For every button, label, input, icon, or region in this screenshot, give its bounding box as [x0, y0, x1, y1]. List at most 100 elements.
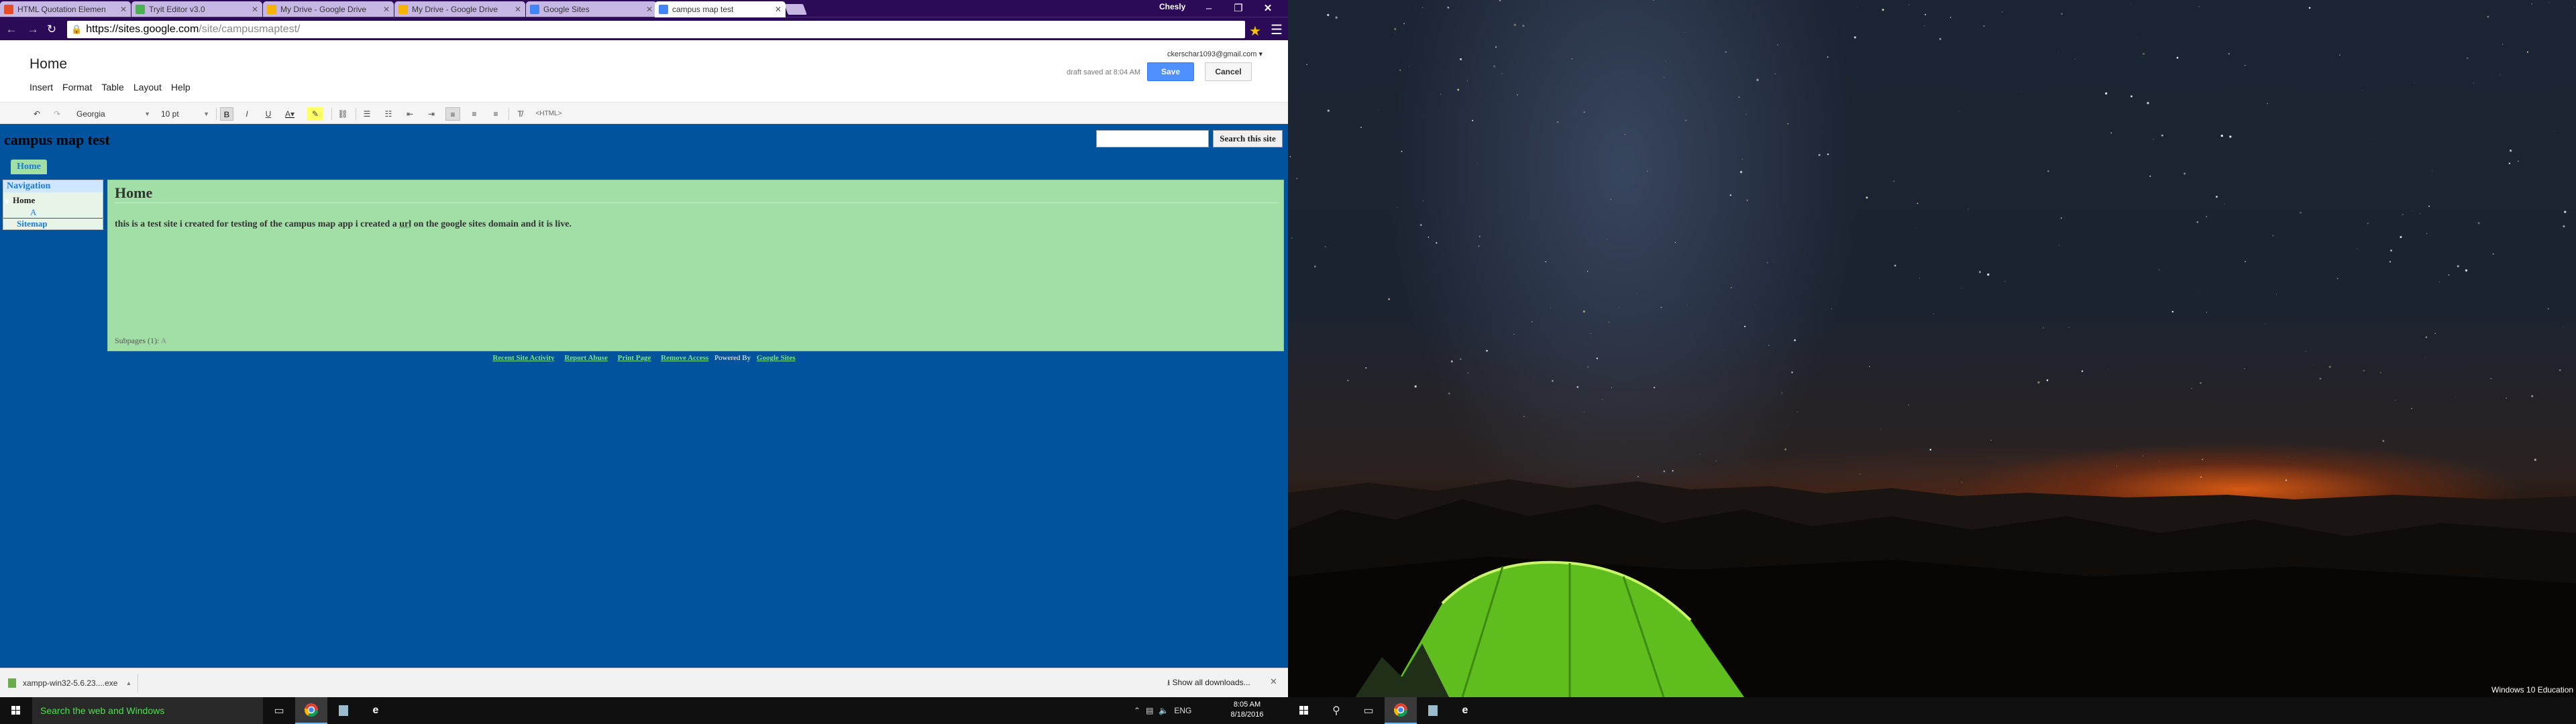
chrome-menu-icon[interactable]: ☰ — [1271, 21, 1283, 38]
undo-icon[interactable]: ↶ — [31, 107, 43, 121]
system-tray: ⌃ ▤ 🔈 ENG — [1134, 697, 1191, 724]
google-sites-link[interactable]: Google Sites — [757, 354, 796, 362]
report-abuse-link[interactable]: Report Abuse — [564, 354, 607, 362]
app-taskbar-icon[interactable] — [327, 697, 360, 724]
windows-start-icon[interactable] — [0, 697, 32, 724]
search-icon[interactable]: ⚲ — [1320, 697, 1352, 724]
show-hidden-icons-icon[interactable]: ⌃ — [1134, 706, 1140, 715]
content-body[interactable]: this is a test site i created for testin… — [115, 219, 572, 230]
tab-title: Tryit Editor v3.0 — [149, 4, 205, 14]
remove-access-link[interactable]: Remove Access — [661, 354, 708, 362]
menu-table[interactable]: Table — [101, 82, 123, 93]
bulleted-list-icon[interactable]: ☷ — [381, 107, 396, 121]
italic-icon[interactable]: I — [240, 107, 254, 121]
highlight-color-icon[interactable]: ✎ — [307, 107, 323, 121]
nav-item-sitemap[interactable]: Sitemap — [3, 218, 103, 229]
powered-by-label: Powered By — [714, 354, 751, 362]
installer-file-icon — [8, 678, 16, 688]
tab-home[interactable]: Home — [11, 160, 47, 174]
volume-icon[interactable]: 🔈 — [1159, 706, 1169, 715]
decrease-indent-icon[interactable]: ⇤ — [402, 107, 417, 121]
windows-edition-watermark: Windows 10 Education — [2491, 685, 2574, 695]
tab-campus-map-test[interactable]: campus map test ✕ — [655, 1, 786, 17]
reload-icon[interactable]: ↻ — [44, 22, 59, 37]
nav-expand-icon[interactable]: ▾ — [5, 196, 9, 207]
bold-icon[interactable]: B — [220, 107, 233, 121]
nav-item-home[interactable]: Home — [13, 195, 35, 206]
clear-formatting-icon[interactable]: T̸ — [513, 107, 527, 121]
edge-taskbar-icon[interactable]: e — [1449, 697, 1481, 724]
link-icon[interactable]: ⛓ — [335, 107, 350, 121]
tab-title: HTML Quotation Elemen — [17, 4, 106, 14]
address-bar[interactable]: 🔒 https://sites.google.com /site/campusm… — [67, 21, 1245, 38]
menu-format[interactable]: Format — [62, 82, 92, 93]
chrome-taskbar-icon[interactable] — [295, 697, 327, 724]
nav-item-a[interactable]: A — [30, 207, 36, 218]
account-email: ckerschar1093@gmail.com — [1167, 50, 1257, 58]
align-right-icon[interactable]: ≡ — [488, 107, 503, 121]
close-tab-icon[interactable]: ✕ — [515, 5, 521, 14]
font-size-select[interactable]: 10 pt ▼ — [161, 107, 209, 121]
print-page-link[interactable]: Print Page — [618, 354, 651, 362]
align-left-icon[interactable]: ≡ — [445, 107, 460, 121]
redo-icon[interactable]: ↷ — [51, 107, 63, 121]
download-item[interactable]: xampp-win32-5.6.23....exe ▴ — [4, 674, 138, 692]
save-button[interactable]: Save — [1147, 62, 1194, 81]
html-source-button[interactable]: <HTML> — [534, 107, 564, 121]
increase-indent-icon[interactable]: ⇥ — [424, 107, 439, 121]
edge-taskbar-icon[interactable]: e — [360, 697, 392, 724]
menu-help[interactable]: Help — [171, 82, 191, 93]
menu-layout[interactable]: Layout — [133, 82, 162, 93]
underline-icon[interactable]: U — [262, 107, 275, 121]
restore-icon[interactable]: ❐ — [1225, 1, 1252, 16]
close-tab-icon[interactable]: ✕ — [383, 5, 390, 14]
windows-start-icon[interactable] — [1288, 697, 1320, 724]
search-site-button[interactable]: Search this site — [1213, 130, 1283, 147]
close-tab-icon[interactable]: ✕ — [252, 5, 258, 14]
network-icon[interactable]: ▤ — [1146, 706, 1153, 715]
chevron-up-icon[interactable]: ▴ — [127, 680, 130, 687]
font-family-select[interactable]: Georgia ▼ — [76, 107, 150, 121]
cortana-search-box[interactable]: Search the web and Windows — [32, 697, 263, 724]
account-menu[interactable]: ckerschar1093@gmail.com ▾ — [1167, 50, 1263, 58]
text-color-icon[interactable]: A▾ — [282, 107, 298, 121]
site-search-input[interactable] — [1096, 130, 1209, 147]
tab-html-quotation[interactable]: HTML Quotation Elemen ✕ — [0, 1, 131, 17]
show-all-downloads-link[interactable]: ⭳ Show all downloads... — [1167, 676, 1250, 690]
chevron-down-icon: ▼ — [203, 111, 209, 117]
task-view-icon[interactable]: ▭ — [1352, 697, 1385, 724]
close-tab-icon[interactable]: ✕ — [120, 5, 127, 14]
numbered-list-icon[interactable]: ☰ — [360, 107, 374, 121]
chrome-taskbar-icon[interactable] — [1385, 697, 1417, 724]
subpage-link-a[interactable]: A — [161, 336, 167, 345]
new-tab-button[interactable] — [784, 4, 807, 15]
tab-tryit-editor[interactable]: Tryit Editor v3.0 ✕ — [131, 1, 262, 17]
taskbar-left: Search the web and Windows ▭ e ⌃ ▤ 🔈 ENG… — [0, 697, 1288, 724]
menu-insert[interactable]: Insert — [30, 82, 53, 93]
bookmark-star-icon[interactable]: ★ — [1249, 23, 1261, 40]
tab-google-drive-1[interactable]: My Drive - Google Drive ✕ — [263, 1, 394, 17]
font-size-value: 10 pt — [161, 109, 179, 119]
close-shelf-icon[interactable]: ✕ — [1270, 676, 1277, 687]
tab-google-sites[interactable]: Google Sites ✕ — [526, 1, 657, 17]
tab-google-drive-2[interactable]: My Drive - Google Drive ✕ — [394, 1, 525, 17]
close-window-icon[interactable]: ✕ — [1254, 1, 1281, 16]
download-shelf: xampp-win32-5.6.23....exe ▴ ⭳ Show all d… — [0, 668, 1288, 697]
language-indicator[interactable]: ENG — [1174, 706, 1191, 715]
close-tab-icon[interactable]: ✕ — [646, 5, 653, 14]
profile-name[interactable]: Chesly — [1159, 2, 1185, 11]
dual-monitor-screen: HTML Quotation Elemen ✕ Tryit Editor v3.… — [0, 0, 2576, 724]
back-icon[interactable]: ← — [4, 22, 19, 37]
lock-icon: 🔒 — [71, 24, 83, 34]
task-view-icon[interactable]: ▭ — [263, 697, 295, 724]
minimize-icon[interactable]: – — [1195, 1, 1222, 16]
app-taskbar-icon[interactable] — [1417, 697, 1449, 724]
recent-activity-link[interactable]: Recent Site Activity — [492, 354, 554, 362]
cancel-button[interactable]: Cancel — [1205, 62, 1252, 81]
close-tab-icon[interactable]: ✕ — [775, 5, 782, 14]
taskbar-clock[interactable]: 8:05 AM 8/18/2016 — [1224, 700, 1271, 720]
site-title: campus map test — [4, 131, 110, 148]
forward-icon[interactable]: → — [25, 22, 40, 37]
align-center-icon[interactable]: ≡ — [467, 107, 482, 121]
page-content: Home this is a test site i created for t… — [107, 180, 1284, 351]
